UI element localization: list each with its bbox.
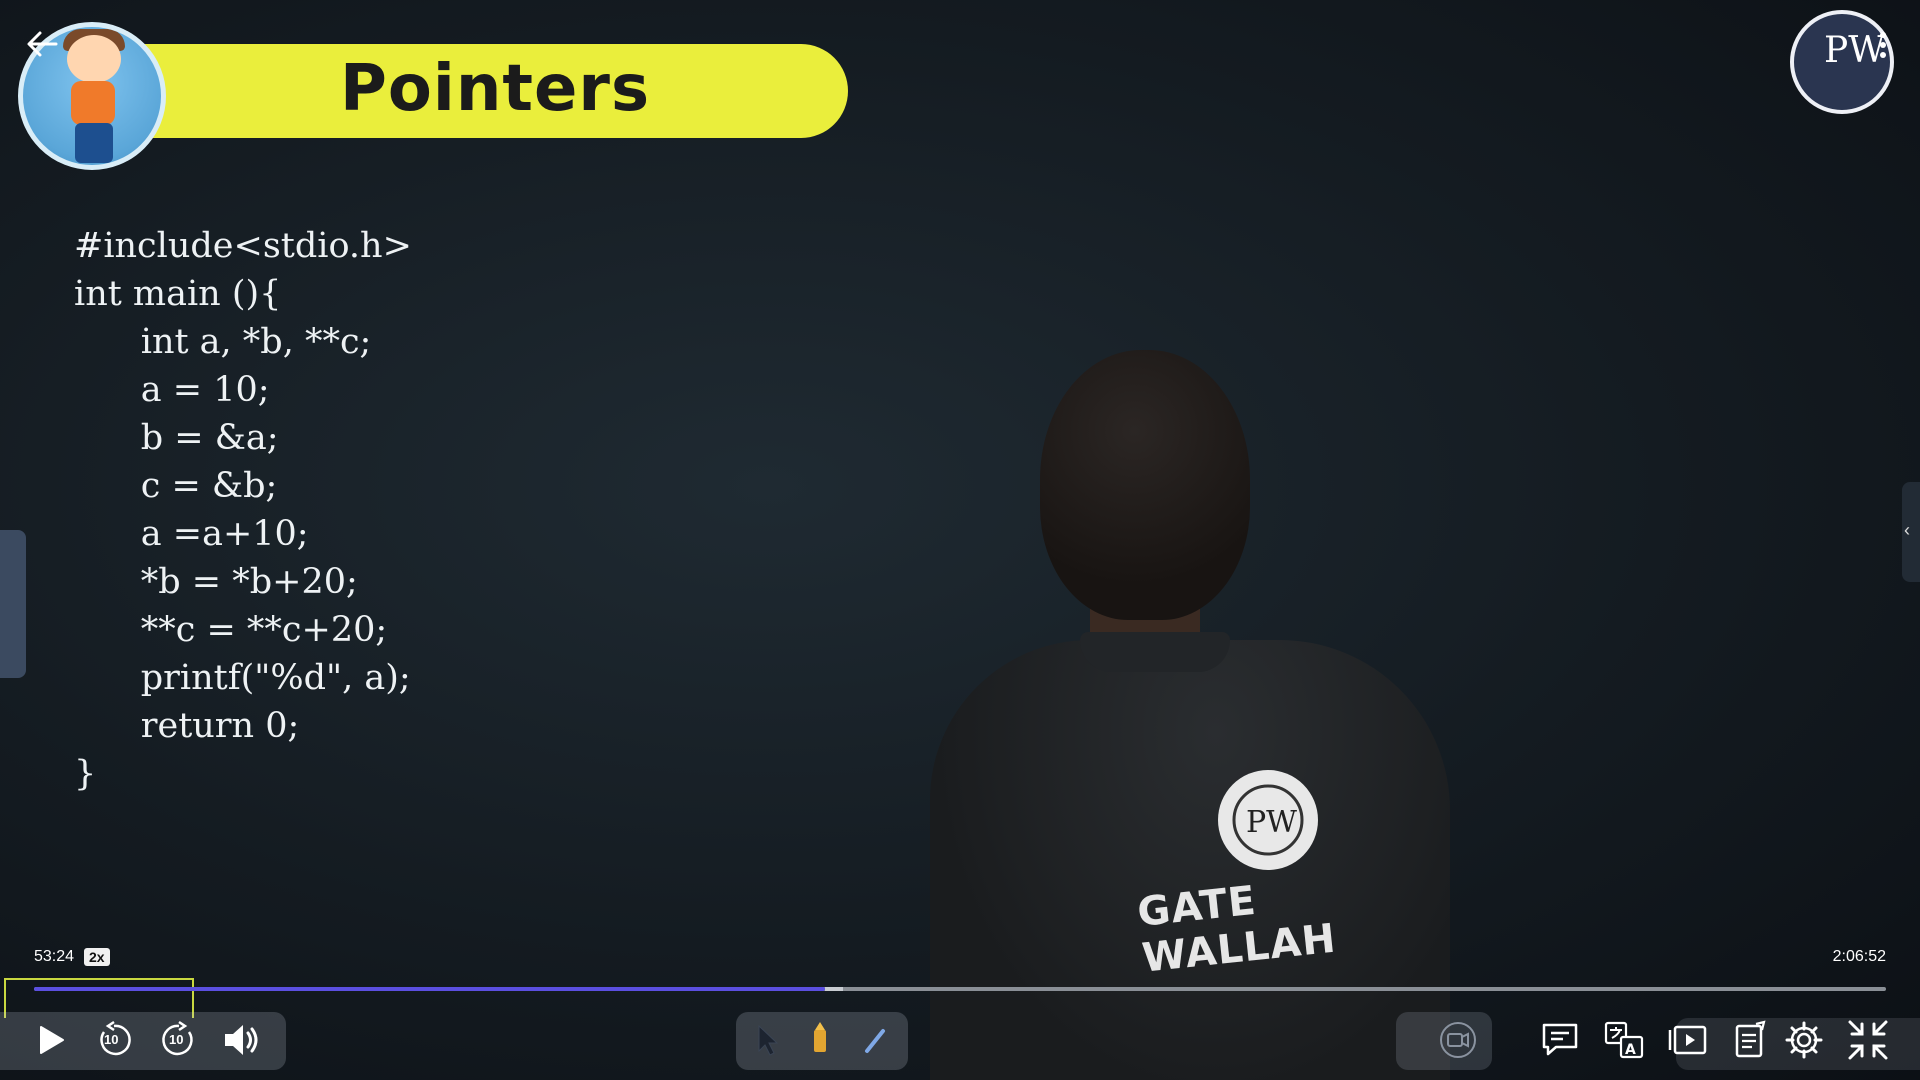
pw-logo-p: PW: [1824, 30, 1882, 71]
total-time: 2:06:52: [1832, 948, 1886, 965]
code-line: return 0;: [74, 706, 300, 746]
rewind-seconds: 10: [104, 1032, 119, 1047]
notes-icon[interactable]: [1726, 1016, 1774, 1064]
svg-text:A: A: [1625, 1042, 1636, 1058]
code-line: int a, *b, **c;: [74, 322, 372, 362]
rewind-10-icon[interactable]: 10: [90, 1016, 138, 1064]
svg-text:PW: PW: [1246, 805, 1297, 840]
code-line: }: [74, 754, 97, 794]
chevron-left-icon: ‹: [1904, 520, 1910, 540]
lecture-title: Pointers: [340, 52, 651, 126]
play-icon[interactable]: [26, 1016, 74, 1064]
progress-bar[interactable]: [34, 987, 1886, 991]
presenter: PW GATE WALLAH: [900, 350, 1460, 1080]
code-line: b = &a;: [74, 418, 279, 458]
camera-icon[interactable]: [1434, 1016, 1482, 1064]
shirt-logo: PW: [1218, 770, 1318, 870]
code-line: *b = *b+20;: [74, 562, 358, 602]
current-time: 53:24: [34, 948, 75, 965]
settings-icon[interactable]: [1780, 1016, 1828, 1064]
highlighter-tool-icon[interactable]: [796, 1016, 844, 1064]
right-panel-toggle[interactable]: ‹: [1902, 482, 1920, 582]
code-line: c = &b;: [74, 466, 278, 506]
code-line: #include<stdio.h>: [74, 226, 412, 266]
exit-fullscreen-icon[interactable]: [1844, 1016, 1892, 1064]
progress-buffer: [824, 987, 844, 991]
speed-badge[interactable]: 2x: [84, 948, 110, 966]
left-panel-handle[interactable]: [0, 530, 26, 678]
code-line: printf("%d", a);: [74, 658, 411, 698]
volume-icon[interactable]: [218, 1016, 266, 1064]
video-playlist-icon[interactable]: [1664, 1016, 1712, 1064]
code-slide: #include<stdio.h> int main (){ int a, *b…: [74, 222, 412, 798]
video-player: Pointers PW #include<stdio.h> int main (…: [0, 0, 1920, 1080]
forward-10-icon[interactable]: 10: [155, 1016, 203, 1064]
chat-icon[interactable]: [1536, 1016, 1584, 1064]
forward-seconds: 10: [169, 1032, 184, 1047]
code-line: **c = **c+20;: [74, 610, 388, 650]
progress-fill: [34, 987, 825, 991]
more-vertical-icon[interactable]: [1876, 28, 1890, 68]
back-arrow-icon[interactable]: [22, 24, 62, 64]
title-banner: Pointers: [110, 44, 848, 138]
code-line: a = 10;: [74, 370, 270, 410]
code-line: int main (){: [74, 274, 282, 314]
code-line: a =a+10;: [74, 514, 309, 554]
pointer-tool-icon[interactable]: [744, 1016, 792, 1064]
translate-icon[interactable]: A: [1600, 1016, 1648, 1064]
pen-tool-icon[interactable]: [852, 1016, 900, 1064]
